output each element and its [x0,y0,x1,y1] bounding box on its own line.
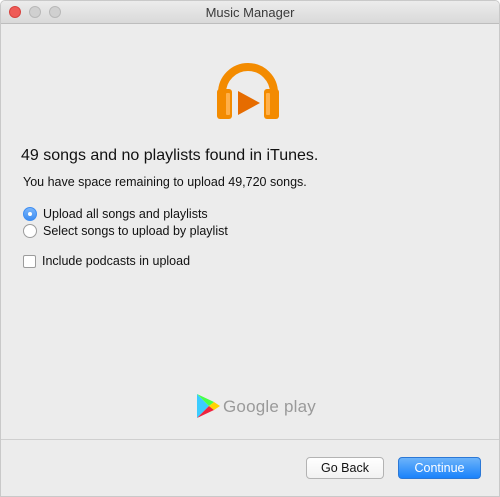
space-remaining-text: You have space remaining to upload 49,72… [23,175,307,189]
google-play-wordmark: Google play [223,397,316,416]
upload-all-option[interactable]: Upload all songs and playlists [23,205,208,223]
upload-all-label: Upload all songs and playlists [43,207,208,221]
select-by-playlist-label: Select songs to upload by playlist [43,224,228,238]
footer-divider [1,439,499,440]
continue-button[interactable]: Continue [398,457,481,479]
include-podcasts-label: Include podcasts in upload [42,254,191,268]
window-title: Music Manager [205,5,295,20]
select-by-playlist-radio[interactable] [23,224,37,238]
upload-all-radio[interactable] [23,207,37,221]
include-podcasts-checkbox[interactable] [23,254,36,268]
music-manager-window: Music Manager 49 songs and no playlists … [0,0,500,497]
songs-found-heading: 49 songs and no playlists found in iTune… [21,147,319,164]
include-podcasts-option[interactable]: Include podcasts in upload [23,252,190,270]
title-bar: Music Manager [1,1,499,24]
select-by-playlist-option[interactable]: Select songs to upload by playlist [23,222,228,240]
go-back-button[interactable]: Go Back [306,457,384,479]
headphones-icon [217,63,279,119]
google-play-logo-icon [197,394,220,418]
